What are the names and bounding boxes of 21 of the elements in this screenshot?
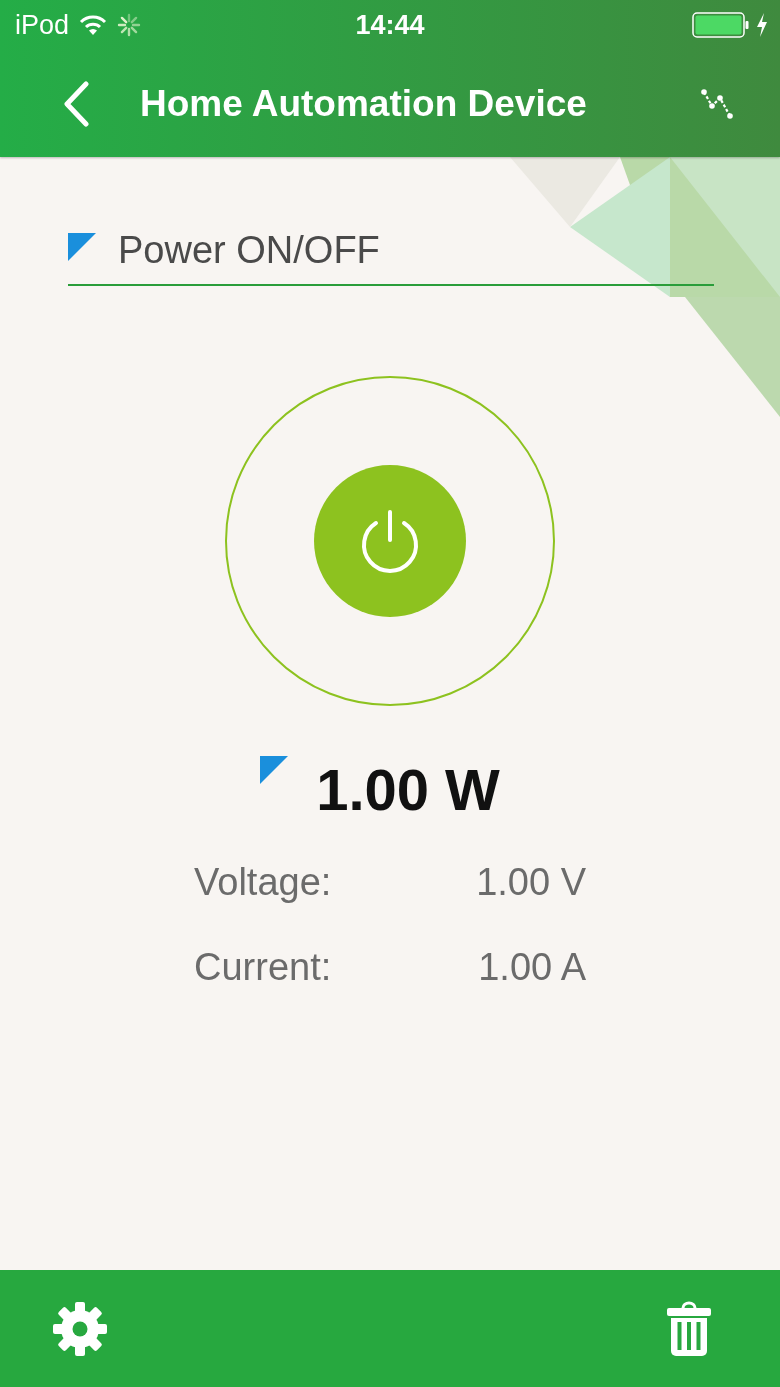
page-title: Home Automation Device [140, 82, 588, 125]
measurement-value: 1.00 A [478, 946, 586, 989]
spinner-icon [117, 13, 142, 37]
back-button[interactable] [62, 80, 90, 127]
section-marker-icon [68, 233, 96, 261]
settings-icon [52, 1300, 108, 1357]
section-heading: Power ON/OFF [118, 229, 380, 272]
delete-button[interactable] [666, 1300, 712, 1357]
wifi-icon [79, 14, 108, 36]
charging-icon [756, 13, 768, 37]
reading-marker-icon [260, 756, 289, 784]
trash-icon [666, 1300, 712, 1357]
measurement-label: Current: [194, 946, 332, 989]
battery-icon [692, 12, 750, 38]
measurement-value: 1.00 V [476, 861, 586, 904]
carrier-name: iPod [15, 9, 70, 41]
status-time: 14:44 [355, 9, 425, 41]
power-reading: 1.00 W [316, 756, 500, 823]
back-icon [62, 80, 90, 127]
settings-button[interactable] [52, 1300, 108, 1357]
measurement-label: Voltage: [194, 861, 332, 904]
